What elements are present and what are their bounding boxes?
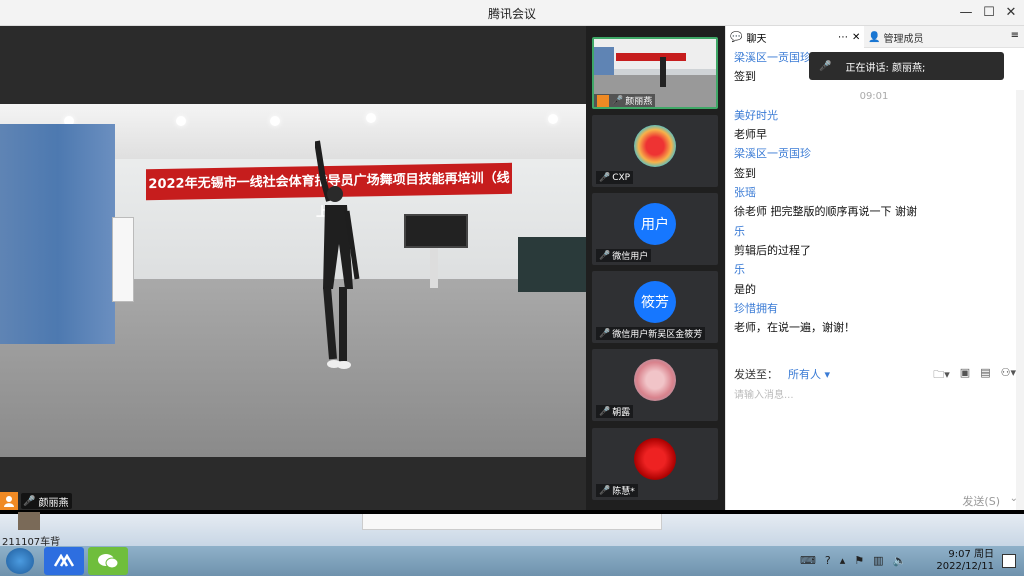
send-to-row: 发送至： 所有人 ▾	[734, 366, 830, 382]
chat-message: 签到	[734, 166, 756, 180]
chat-sender: 珍惜拥有	[734, 301, 778, 315]
volume-icon[interactable]: 🔈	[893, 554, 907, 567]
air-conditioner	[112, 217, 134, 302]
desktop-file-label: 211107车背	[2, 537, 61, 546]
participant-tile[interactable]: 用户 🎤 微信用户	[592, 193, 718, 265]
participant-name: 陈慧*	[612, 487, 635, 497]
chat-sender: 美好时光	[734, 108, 778, 122]
chat-message: 老师早	[734, 128, 767, 142]
participant-gallery: 🎤 颜丽燕 🎤 CXP 用户 🎤 微信用户 筱芳 🎤 微信用户新吴区金筱芳 🎤 …	[586, 26, 725, 510]
chat-toolbar: 🗀▾ ▣ ▤ ⚇▾	[933, 366, 1016, 385]
chat-message: 徐老师 把完整版的顺序再说一下 谢谢	[734, 205, 917, 219]
help-icon[interactable]: ?	[825, 554, 831, 567]
participant-tile[interactable]: 筱芳 🎤 微信用户新吴区金筱芳	[592, 271, 718, 343]
chat-sender: 张瑶	[734, 186, 756, 200]
chat-message: 老师，在说一遍，谢谢！	[734, 321, 855, 335]
speaking-text: 正在讲话: 颜丽燕;	[845, 62, 926, 74]
menu-icon[interactable]: ≡	[1011, 30, 1019, 41]
avatar: 用户	[634, 203, 676, 245]
speaking-indicator: 🎤 正在讲话: 颜丽燕;	[809, 52, 1004, 80]
avatar	[634, 359, 676, 401]
send-to-label: 发送至：	[734, 368, 778, 381]
send-to-value: 所有人	[788, 368, 821, 381]
mic-muted-icon: 🎤	[599, 172, 611, 183]
network-icon[interactable]: ▥	[873, 554, 883, 567]
user-settings-icon[interactable]: ⚇▾	[1001, 366, 1016, 385]
dancer-figure	[315, 140, 360, 369]
chat-scrollbar[interactable]	[1016, 90, 1024, 510]
chat-message: 剪辑后的过程了	[734, 243, 811, 257]
screenshot-icon[interactable]: ▣	[960, 366, 970, 385]
minimize-button[interactable]: —	[955, 3, 977, 23]
chat-message-list: 梁溪区一贡国珍 签到 09:01 美好时光 老师早 梁溪区一贡国珍 签到 张瑶 …	[734, 48, 1014, 337]
tab-chat[interactable]: 💬 聊天 ⋯ ✕	[726, 26, 864, 48]
folder-icon[interactable]: 🗀▾	[933, 366, 950, 385]
tab-members-label: 管理成员	[883, 33, 924, 45]
flag-icon[interactable]: ⚑	[854, 554, 864, 567]
participant-name: 微信用户新吴区金筱芳	[612, 330, 703, 340]
start-button[interactable]	[6, 548, 34, 574]
clipboard-icon[interactable]: ▤	[980, 366, 990, 385]
mic-muted-icon: 🎤	[599, 328, 611, 339]
system-tray: ⌨ ? ▴ ⚑ ▥ 🔈	[800, 554, 906, 567]
tencent-meeting-app-icon[interactable]	[44, 547, 84, 575]
participant-tile[interactable]: 🎤 颜丽燕	[592, 37, 718, 109]
chat-icon: 💬	[730, 31, 743, 43]
participant-name: 微信用户	[612, 252, 649, 262]
user-icon	[597, 94, 609, 107]
main-video: 2022年无锡市一线社会体育指导员广场舞项目技能再培训（线上）	[0, 104, 586, 457]
clock-time: 9:07 周日	[948, 549, 994, 560]
participant-tile[interactable]: 🎤 朝露	[592, 349, 718, 421]
desktop-file-icon[interactable]	[18, 512, 40, 530]
participant-name: 颜丽燕	[625, 97, 653, 107]
mic-muted-icon: 🎤	[599, 406, 611, 417]
send-to-select[interactable]: 所有人 ▾	[788, 366, 830, 382]
avatar: 筱芳	[634, 281, 676, 323]
tab-members[interactable]: 👤 管理成员	[868, 26, 923, 48]
keyboard-icon[interactable]: ⌨	[800, 554, 816, 567]
close-chat-icon[interactable]: ✕	[852, 32, 860, 43]
chat-tab-bar: 💬 聊天 ⋯ ✕ 👤 管理成员 ≡	[726, 26, 1024, 48]
notification-icon[interactable]	[1002, 554, 1016, 568]
user-icon	[0, 492, 18, 510]
title-bar: 腾讯会议 — ☐ ✕	[0, 0, 1024, 26]
tv-screen	[404, 214, 468, 248]
maximize-button[interactable]: ☐	[978, 3, 1000, 23]
tab-chat-label: 聊天	[746, 33, 767, 45]
tray-overflow-icon[interactable]: ▴	[840, 554, 846, 567]
clock-date: 2022/12/11	[936, 561, 994, 572]
main-speaker-label: 🎤 颜丽燕	[0, 491, 73, 511]
main-video-stage: 2022年无锡市一线社会体育指导员广场舞项目技能再培训（线上） 🎤 颜丽燕	[0, 26, 586, 510]
participant-tile[interactable]: 🎤 CXP	[592, 115, 718, 187]
clock[interactable]: 9:07 周日 2022/12/11	[936, 549, 994, 573]
chat-message: 是的	[734, 282, 756, 296]
chat-sender: 梁溪区一贡国珍	[734, 147, 811, 161]
taskbar: ⌨ ? ▴ ⚑ ▥ 🔈 9:07 周日 2022/12/11	[0, 546, 1024, 576]
avatar	[634, 125, 676, 167]
participant-name: 朝露	[612, 408, 631, 418]
chat-input[interactable]: 请输入消息...	[734, 386, 794, 401]
participant-name: CXP	[612, 172, 631, 183]
wechat-app-icon[interactable]	[88, 547, 128, 575]
mic-muted-icon: 🎤	[599, 250, 611, 261]
participant-tile[interactable]: 🎤 陈慧*	[592, 428, 718, 500]
mic-muted-icon: 🎤	[599, 485, 611, 496]
chat-panel: 💬 聊天 ⋯ ✕ 👤 管理成员 ≡ 梁溪区一贡国珍 签到 09:01 美好时光 …	[725, 26, 1024, 510]
send-button[interactable]: 发送(S)	[962, 493, 1000, 509]
more-icon[interactable]: ⋯	[838, 32, 848, 43]
chat-timestamp: 09:01	[859, 90, 889, 102]
chat-sender: 乐	[734, 263, 745, 277]
chat-sender: 乐	[734, 224, 745, 238]
avatar	[634, 438, 676, 480]
main-speaker-name: 颜丽燕	[38, 497, 69, 509]
person-icon: 👤	[868, 31, 881, 43]
mic-active-icon: 🎤	[23, 495, 36, 507]
mic-active-icon: 🎤	[819, 60, 832, 72]
mic-active-icon: 🎤	[612, 95, 624, 106]
window-title: 腾讯会议	[487, 7, 536, 21]
desktop-background: 211107车背	[0, 510, 1024, 546]
close-button[interactable]: ✕	[1000, 3, 1022, 23]
